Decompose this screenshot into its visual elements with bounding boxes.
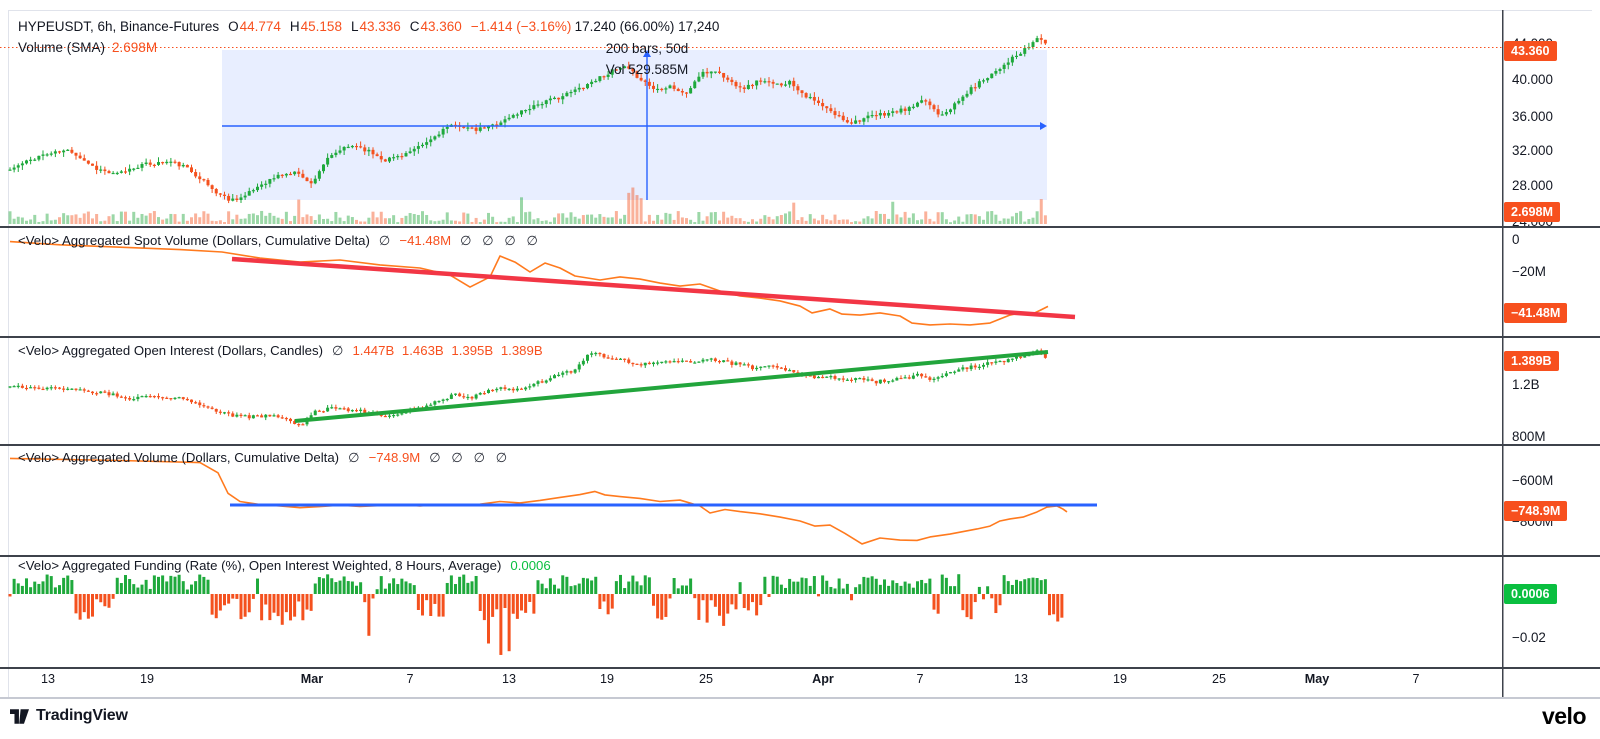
time-scale-label: 19 <box>1098 672 1142 686</box>
indicator-title[interactable]: <Velo> Aggregated Funding (Rate (%), Ope… <box>18 558 501 573</box>
time-scale-label: 7 <box>388 672 432 686</box>
price-scale-badge: −748.9M <box>1504 501 1567 521</box>
close-value: 43.360 <box>421 19 462 34</box>
price-scale-badge: −41.48M <box>1504 303 1567 323</box>
price-scale-label: −20M <box>1512 264 1546 280</box>
indicator-title[interactable]: <Velo> Aggregated Open Interest (Dollars… <box>18 343 323 358</box>
price-scale-label: 0 <box>1512 232 1519 248</box>
footer-bar: TradingView velo <box>0 699 1600 739</box>
time-scale-label: 13 <box>26 672 70 686</box>
price-scale-badge: 2.698M <box>1504 202 1560 222</box>
tradingview-logo-text: TradingView <box>36 707 128 725</box>
price-scale-label: −600M <box>1512 473 1553 489</box>
tradingview-logo[interactable]: TradingView <box>10 707 128 725</box>
stat-null-icons: ∅ ∅ ∅ ∅ <box>460 233 538 248</box>
stat-null-icons: ∅ ∅ ∅ ∅ <box>429 450 507 465</box>
pane-legend-spot-volume[interactable]: <Velo> Aggregated Spot Volume (Dollars, … <box>18 233 538 249</box>
velo-logo[interactable]: velo <box>1542 703 1586 730</box>
indicator-ohlc-values: 1.447B 1.463B 1.395B 1.389B <box>352 343 542 358</box>
time-scale-label: 19 <box>125 672 169 686</box>
time-scale-label: 7 <box>1394 672 1438 686</box>
measurement-volume: Vol 529.585M <box>457 59 837 81</box>
volume-sma-label[interactable]: Volume (SMA) <box>18 40 105 55</box>
measurement-bar-count: 200 bars, 50d <box>457 38 837 60</box>
time-scale-label: 13 <box>999 672 1043 686</box>
time-scale-label: 13 <box>487 672 531 686</box>
price-scale-label: 28.000 <box>1512 178 1553 194</box>
tradingview-chart-app: HYPEUSDT, 6h, Binance-Futures O44.774 H45.… <box>0 0 1600 739</box>
stat-null-icon: ∅ <box>348 450 360 465</box>
price-scale-label: 1.2B <box>1512 377 1540 393</box>
indicator-value: −41.48M <box>399 233 451 248</box>
stat-null-icon: ∅ <box>332 343 344 358</box>
indicator-title[interactable]: <Velo> Aggregated Spot Volume (Dollars, … <box>18 233 370 248</box>
pane-legend-open-interest[interactable]: <Velo> Aggregated Open Interest (Dollars… <box>18 343 543 359</box>
time-scale-label: 25 <box>1197 672 1241 686</box>
time-scale-label: Mar <box>290 672 334 686</box>
price-scale-badge: 1.389B <box>1504 351 1559 371</box>
price-scale-label: 36.000 <box>1512 109 1553 125</box>
measurement-price-range: 17.240 (66.00%) 17,240 <box>457 16 837 38</box>
time-scale-label: 7 <box>898 672 942 686</box>
price-scale-badge: 43.360 <box>1504 41 1557 61</box>
time-scale-label: Apr <box>801 672 845 686</box>
time-scale-label: 19 <box>585 672 629 686</box>
symbol-title[interactable]: HYPEUSDT, 6h, Binance-Futures <box>18 19 219 34</box>
tradingview-mark-icon <box>10 709 29 724</box>
time-scale-label: 25 <box>684 672 728 686</box>
high-label: H <box>290 19 300 34</box>
low-value: 43.336 <box>359 19 400 34</box>
time-scale-label: May <box>1295 672 1339 686</box>
volume-sma-value: 2.698M <box>112 40 157 55</box>
pane-legend-funding[interactable]: <Velo> Aggregated Funding (Rate (%), Ope… <box>18 558 551 573</box>
price-scale-badge: 0.0006 <box>1504 584 1557 604</box>
high-value: 45.158 <box>301 19 342 34</box>
pane-legend-volume-delta[interactable]: <Velo> Aggregated Volume (Dollars, Cumul… <box>18 450 507 466</box>
close-label: C <box>410 19 420 34</box>
indicator-value: −748.9M <box>369 450 421 465</box>
stat-null-icon: ∅ <box>379 233 391 248</box>
price-scale-label: 40.000 <box>1512 72 1553 88</box>
measurement-tooltip: 17.240 (66.00%) 17,240 200 bars, 50d Vol… <box>457 16 837 81</box>
low-label: L <box>351 19 359 34</box>
price-scale-label: −0.02 <box>1512 630 1546 646</box>
open-label: O <box>228 19 239 34</box>
indicator-title[interactable]: <Velo> Aggregated Volume (Dollars, Cumul… <box>18 450 339 465</box>
price-scale-label: 800M <box>1512 429 1546 445</box>
open-value: 44.774 <box>240 19 281 34</box>
indicator-value: 0.0006 <box>510 558 550 573</box>
price-scale-label: 32.000 <box>1512 143 1553 159</box>
